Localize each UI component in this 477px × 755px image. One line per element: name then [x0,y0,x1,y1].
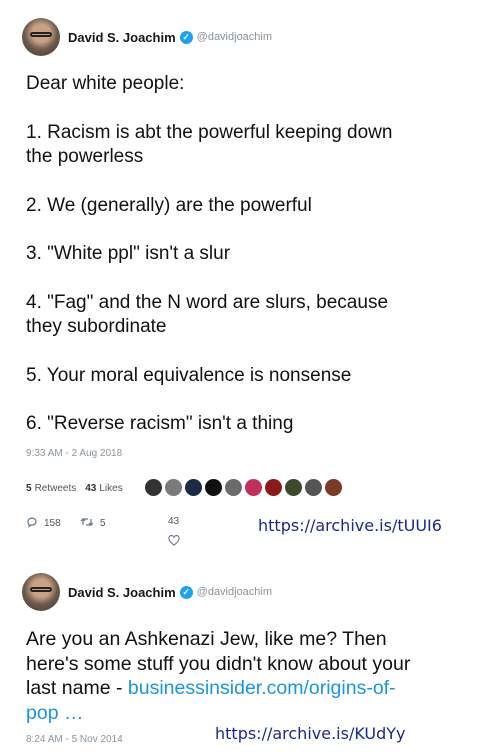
like-count-label: 43 [168,516,179,527]
retweet-count: 5 [100,518,106,529]
retweet-icon[interactable] [80,516,94,531]
avatar[interactable] [22,573,60,611]
tweet-text: Are you an Ashkenazi Jew, like me? Then … [26,627,446,725]
tweet-header: David S. Joachim ✓ @davidjoachim [22,573,272,611]
tweet-text-line: last name - businessinsider.com/origins-… [26,676,446,701]
liker-avatar[interactable] [225,479,242,496]
tweet-text-line: the powerless [26,146,144,167]
tweet-text-line: Are you an Ashkenazi Jew, like me? Then [26,628,387,650]
archive-link[interactable]: https://archive.is/tUUI6 [258,516,442,535]
author-name[interactable]: David S. Joachim [68,30,176,45]
tweet-stats: 5 Retweets 43 Likes [26,483,132,494]
tweet-text-line: 3. "White ppl" isn't a slur [26,243,231,264]
liker-avatar[interactable] [205,479,222,496]
article-link[interactable]: businessinsider.com/origins-of- [128,677,396,699]
liker-avatar[interactable] [145,479,162,496]
archive-link[interactable]: https://archive.is/KUdYy [215,724,406,743]
tweet-text-line: they subordinate [26,316,167,337]
liker-avatar[interactable] [285,479,302,496]
tweet-card: David S. Joachim ✓ @davidjoachim Dear wh… [0,0,477,560]
tweet-text-line: Dear white people: [26,73,185,94]
author-handle[interactable]: @davidjoachim [197,586,272,598]
liker-avatar[interactable] [325,479,342,496]
like-count: 43 [168,516,180,527]
tweet-text-fragment: last name - [26,677,128,699]
tweet-timestamp[interactable]: 8:24 AM - 5 Nov 2014 [26,734,123,745]
reply-action[interactable]: 158 [26,516,61,531]
article-link-cont[interactable]: pop … [26,701,446,726]
tweet-text-line: 2. We (generally) are the powerful [26,194,312,216]
liker-avatar[interactable] [305,479,322,496]
verified-badge-icon: ✓ [179,585,193,599]
retweet-action[interactable]: 5 [80,516,106,531]
tweet-text-line: 6. "Reverse racism" isn't a thing [26,413,294,434]
author-handle[interactable]: @davidjoachim [197,31,272,43]
likes-count[interactable]: 43 [85,483,96,494]
liker-avatar[interactable] [265,479,282,496]
likes-label[interactable]: Likes [99,483,122,494]
likers-avatars [145,479,345,496]
tweet-text-line: 1. Racism is abt the powerful keeping do… [26,121,393,143]
retweets-label[interactable]: Retweets [35,483,77,494]
liker-avatar[interactable] [185,479,202,496]
tweet-text-line: here's some stuff you didn't know about … [26,652,411,675]
reply-icon[interactable] [26,516,38,531]
like-action[interactable] [168,535,186,549]
retweets-count[interactable]: 5 [26,483,32,494]
heart-icon[interactable] [168,535,180,549]
tweet-timestamp[interactable]: 9:33 AM - 2 Aug 2018 [26,448,122,459]
verified-badge-icon: ✓ [179,30,193,44]
reply-count: 158 [44,518,61,529]
tweet-text-line: 4. "Fag" and the N word are slurs, becau… [26,291,389,313]
liker-avatar[interactable] [245,479,262,496]
avatar[interactable] [22,18,60,56]
tweet-card: David S. Joachim ✓ @davidjoachim Are you… [0,565,477,755]
liker-avatar[interactable] [165,479,182,496]
tweet-text-line: 5. Your moral equivalence is nonsense [26,364,352,386]
tweet-text: Dear white people: 1. Racism is abt the p… [26,72,446,437]
tweet-header: David S. Joachim ✓ @davidjoachim [22,18,272,56]
author-name[interactable]: David S. Joachim [68,585,176,600]
